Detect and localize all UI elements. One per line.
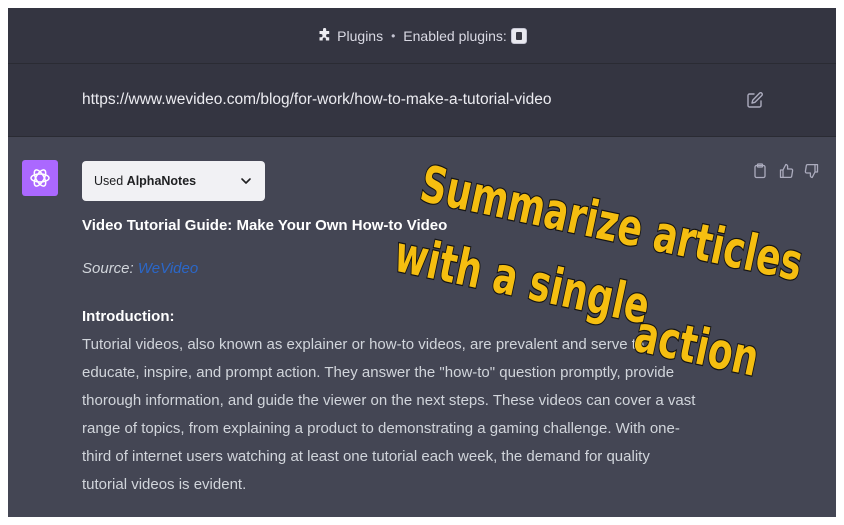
used-plugin-button[interactable]: Used AlphaNotes	[82, 161, 265, 201]
intro-line-1: Tutorial videos, also known as explainer…	[82, 336, 645, 353]
header-separator: •	[391, 28, 396, 43]
intro-line-6: tutorial videos is evident.	[82, 476, 247, 493]
chevron-down-icon	[241, 178, 251, 184]
used-plugin-prefix: Used	[94, 174, 124, 188]
clipboard-icon[interactable]	[752, 163, 768, 179]
plugins-header: Plugins • Enabled plugins:	[8, 8, 836, 64]
edit-icon[interactable]	[746, 91, 764, 109]
thumbs-up-icon[interactable]	[778, 163, 794, 179]
intro-line-4: range of topics, from explaining a produ…	[82, 420, 680, 437]
chat-window: Plugins • Enabled plugins: https://www.w…	[8, 8, 836, 517]
source-link[interactable]: WeVideo	[138, 260, 198, 277]
intro-line-3: thorough information, and guide the view…	[82, 392, 696, 409]
thumbs-down-icon[interactable]	[804, 163, 820, 179]
used-plugin-name: AlphaNotes	[126, 174, 197, 188]
plugins-label: Plugins	[337, 27, 384, 44]
intro-line-2: educate, inspire, and prompt action. The…	[82, 364, 675, 381]
assistant-avatar	[22, 160, 58, 196]
used-plugin-label: Used AlphaNotes	[94, 174, 196, 188]
assistant-message: Used AlphaNotes Video Tutorial Guide: Ma…	[8, 137, 836, 517]
assistant-response: Video Tutorial Guide: Make Your Own How-…	[82, 217, 742, 499]
response-title: Video Tutorial Guide: Make Your Own How-…	[82, 217, 448, 234]
user-message-text: https://www.wevideo.com/blog/for-work/ho…	[82, 91, 552, 108]
enabled-plugins-label: Enabled plugins:	[403, 27, 507, 44]
user-message: https://www.wevideo.com/blog/for-work/ho…	[8, 64, 836, 137]
intro-line-5: third of internet users watching at leas…	[82, 448, 650, 465]
response-source: Source: WeVideo	[82, 260, 742, 277]
intro-heading: Introduction:	[82, 308, 175, 325]
alphanotes-plugin-icon[interactable]	[510, 27, 527, 44]
source-label: Source:	[82, 260, 134, 277]
puzzle-icon	[319, 27, 330, 40]
openai-logo-icon	[30, 169, 50, 187]
message-actions	[752, 163, 820, 179]
